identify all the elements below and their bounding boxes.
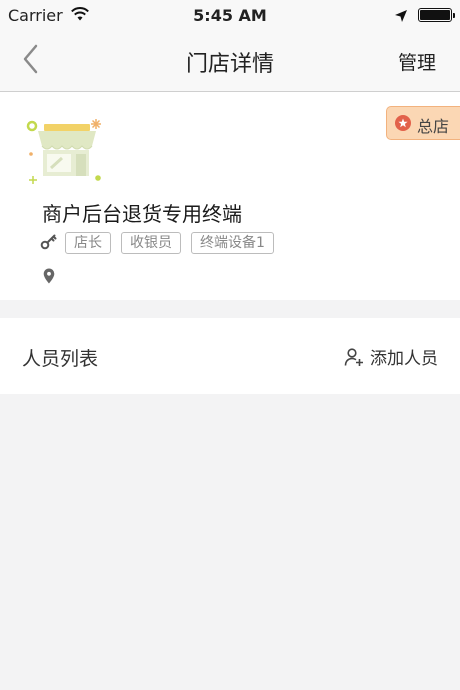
add-staff-button[interactable]: 添加人员 (344, 344, 438, 369)
status-time: 5:45 AM (193, 6, 267, 25)
role-tag: 收银员 (121, 232, 181, 254)
store-card: 总店 商户后台退货专用终端 店长 收银员 终端设备1 (0, 92, 460, 300)
location-pin-icon (43, 268, 55, 288)
nav-bar: 门店详情 管理 (0, 30, 460, 92)
store-name: 商户后台退货专用终端 (42, 202, 242, 226)
add-staff-label: 添加人员 (370, 349, 438, 369)
headquarters-badge: 总店 (386, 106, 460, 140)
role-tags: 店长 收银员 终端设备1 (65, 232, 274, 254)
key-icon (40, 234, 58, 254)
role-tag: 终端设备1 (191, 232, 274, 254)
manage-button[interactable]: 管理 (398, 48, 436, 75)
role-tag: 店长 (65, 232, 111, 254)
status-bar: Carrier 5:45 AM (0, 0, 460, 30)
add-user-icon (344, 347, 363, 366)
store-icon (24, 116, 108, 188)
headquarters-label: 总店 (417, 117, 450, 136)
location-arrow-icon (394, 8, 408, 27)
staff-list-title: 人员列表 (22, 348, 99, 370)
staff-list-header: 人员列表 添加人员 (0, 318, 460, 394)
page-title: 门店详情 (185, 52, 274, 77)
battery-icon (418, 8, 455, 22)
star-icon (395, 115, 411, 131)
